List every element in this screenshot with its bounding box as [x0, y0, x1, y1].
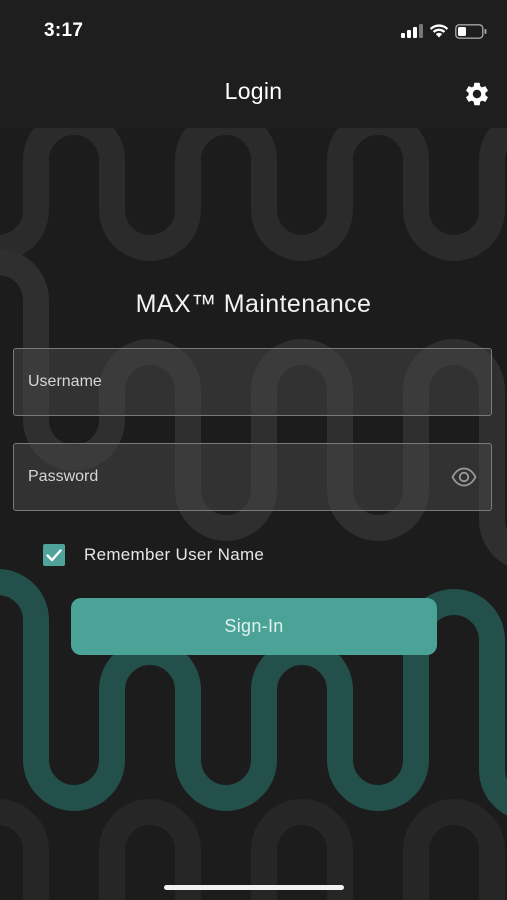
- home-indicator: [164, 885, 344, 890]
- signal-icon: [401, 24, 423, 38]
- status-time: 3:17: [44, 20, 84, 41]
- app-title: MAX™ Maintenance: [135, 290, 372, 318]
- toggle-password-visibility-button[interactable]: [451, 466, 477, 488]
- remember-user-label: Remember User Name: [84, 545, 265, 564]
- status-bar: 3:17: [0, 0, 507, 58]
- password-field-container: [13, 443, 492, 511]
- wifi-icon: [429, 24, 449, 38]
- remember-user-checkbox[interactable]: [43, 544, 65, 566]
- status-icons: [401, 22, 487, 40]
- sign-in-button[interactable]: Sign-In: [71, 598, 437, 655]
- remember-user-row: Remember User Name: [43, 543, 264, 567]
- checkmark-icon: [46, 549, 62, 562]
- password-input[interactable]: [14, 444, 491, 510]
- eye-icon: [451, 467, 477, 487]
- battery-icon: [455, 23, 487, 39]
- gear-icon: [466, 82, 488, 106]
- settings-button[interactable]: [463, 80, 491, 108]
- login-screen: 3:17 Login MAX™ Maintenance Username Rem…: [0, 0, 507, 900]
- page-title: Login: [224, 78, 283, 104]
- username-field-container: [13, 348, 492, 416]
- username-input[interactable]: [14, 349, 491, 415]
- nav-bar: Login: [0, 58, 507, 128]
